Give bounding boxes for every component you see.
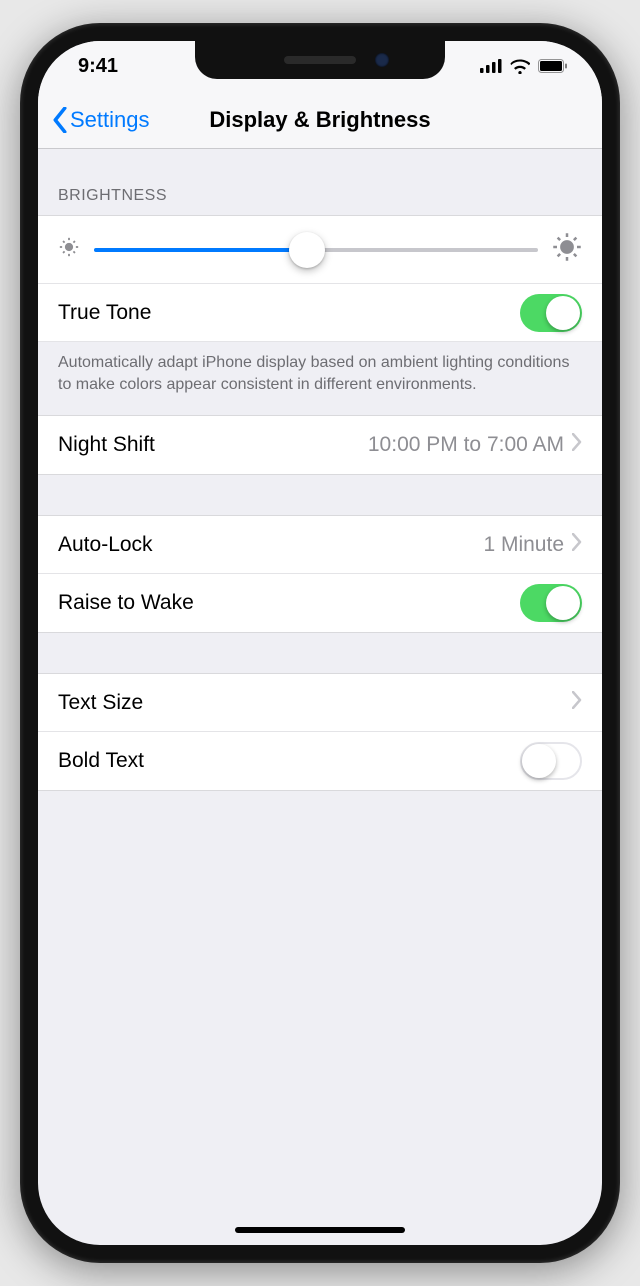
night-shift-label: Night Shift	[58, 433, 368, 457]
true-tone-toggle[interactable]	[520, 294, 582, 332]
chevron-left-icon	[52, 107, 68, 133]
notch	[195, 41, 445, 79]
sun-max-icon	[552, 232, 582, 267]
night-shift-group: Night Shift 10:00 PM to 7:00 AM	[38, 415, 602, 475]
text-group: Text Size Bold Text	[38, 673, 602, 791]
brightness-slider-cell	[38, 215, 602, 284]
status-time: 9:41	[78, 55, 118, 78]
speaker-grille	[284, 56, 356, 64]
chevron-right-icon	[572, 691, 582, 715]
front-camera	[375, 53, 389, 67]
auto-lock-value: 1 Minute	[483, 533, 564, 557]
raise-to-wake-toggle[interactable]	[520, 584, 582, 622]
back-label: Settings	[70, 107, 150, 133]
text-size-cell[interactable]: Text Size	[38, 674, 602, 732]
night-shift-cell[interactable]: Night Shift 10:00 PM to 7:00 AM	[38, 416, 602, 474]
text-size-label: Text Size	[58, 691, 572, 715]
auto-lock-cell[interactable]: Auto-Lock 1 Minute	[38, 516, 602, 574]
screen: 9:41 Settings Display & Brightness	[38, 41, 602, 1245]
lock-group: Auto-Lock 1 Minute Raise to Wake	[38, 515, 602, 633]
auto-lock-label: Auto-Lock	[58, 533, 483, 557]
bold-text-toggle[interactable]	[520, 742, 582, 780]
wifi-icon	[510, 59, 530, 74]
night-shift-value: 10:00 PM to 7:00 AM	[368, 433, 564, 457]
navigation-bar: Settings Display & Brightness	[38, 91, 602, 149]
back-button[interactable]: Settings	[52, 107, 150, 133]
home-indicator[interactable]	[235, 1227, 405, 1233]
true-tone-label: True Tone	[58, 301, 520, 325]
brightness-slider[interactable]	[94, 248, 538, 252]
battery-icon	[538, 59, 568, 73]
raise-to-wake-cell: Raise to Wake	[38, 574, 602, 632]
chevron-right-icon	[572, 533, 582, 557]
raise-to-wake-label: Raise to Wake	[58, 591, 520, 615]
status-indicators	[480, 59, 568, 74]
chevron-right-icon	[572, 433, 582, 457]
device-frame: 9:41 Settings Display & Brightness	[20, 23, 620, 1263]
content-scroll[interactable]: BRIGHTNESS True Tone Automatically adapt…	[38, 149, 602, 791]
brightness-slider-thumb[interactable]	[289, 232, 325, 268]
bold-text-cell: Bold Text	[38, 732, 602, 790]
bold-text-label: Bold Text	[58, 749, 520, 773]
cellular-signal-icon	[480, 59, 502, 73]
brightness-section-header: BRIGHTNESS	[38, 149, 602, 215]
sun-min-icon	[58, 236, 80, 263]
true-tone-cell: True Tone	[38, 284, 602, 342]
true-tone-description: Automatically adapt iPhone display based…	[38, 342, 602, 415]
